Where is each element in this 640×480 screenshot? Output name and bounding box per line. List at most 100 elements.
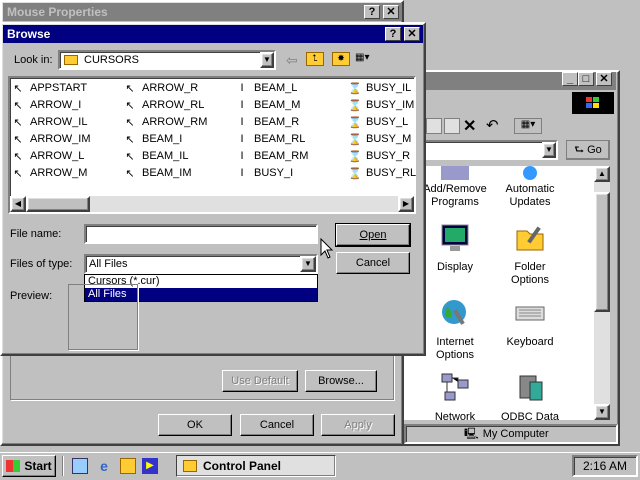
look-in-dropdown-button[interactable]: ▼ [260,52,274,68]
file-item-label: BEAM_R [254,116,300,128]
file-item[interactable]: ⌛ BUSY_M [348,131,411,147]
file-item[interactable]: I BEAM_RL [236,131,305,147]
internet-explorer-icon[interactable]: e [96,458,112,474]
cp-item-folder-options[interactable]: Folder Options [494,222,566,287]
file-item[interactable]: ⌛ BUSY_R [348,148,410,164]
cp-item-display[interactable]: Display [424,222,486,274]
file-item-label: BEAM_I [142,133,183,145]
scroll-thumb[interactable] [594,192,610,312]
use-default-button[interactable]: Use Default [222,370,298,392]
keyboard-icon [515,306,545,321]
file-item[interactable]: ↖ BEAM_IM [124,165,191,181]
clock[interactable]: 2:16 AM [583,459,627,473]
undo-icon[interactable]: ↶ [486,116,499,134]
system-tray: 2:16 AM [572,455,638,477]
copy-icon[interactable] [426,118,442,134]
cancel-button[interactable]: Cancel [240,414,314,436]
file-item-label: ARROW_RL [142,99,205,111]
scroll-right-button[interactable]: ▶ [398,196,414,212]
paste-icon[interactable] [444,118,460,134]
file-item[interactable]: ↖ ARROW_IM [12,131,90,147]
media-player-icon[interactable]: ▶ [142,458,158,474]
scroll-up-button[interactable]: ▲ [594,166,610,182]
scroll-thumb[interactable] [26,196,90,212]
show-desktop-icon[interactable] [72,458,88,474]
file-item-label: APPSTART [30,82,88,94]
close-button[interactable]: ✕ [596,72,612,86]
file-item[interactable]: ↖ ARROW_I [12,97,81,113]
files-of-type-select[interactable]: All Files [84,254,318,274]
outlook-express-icon[interactable] [120,458,136,474]
cursor-file-icon: ↖ [13,150,23,163]
address-bar[interactable] [406,140,558,160]
cp-item-odbc-data[interactable]: ODBC Data [494,372,566,424]
scroll-left-button[interactable]: ◀ [10,196,26,212]
horizontal-scrollbar[interactable]: ◀ ▶ [10,196,414,212]
open-button[interactable]: Open [335,223,411,247]
file-item[interactable]: ⌛ BUSY_IL [348,80,411,96]
file-item[interactable]: I BEAM_M [236,97,300,113]
maximize-button[interactable]: □ [578,72,594,86]
file-item[interactable]: ↖ ARROW_M [12,165,87,181]
look-in-select[interactable]: CURSORS [58,50,276,70]
file-name-input[interactable] [84,224,318,244]
file-item[interactable]: ↖ APPSTART [12,80,87,96]
cancel-button[interactable]: Cancel [336,252,410,274]
file-item[interactable]: ↖ ARROW_IL [12,114,87,130]
vertical-scrollbar[interactable]: ▲ ▼ [594,166,610,420]
cp-item-internet-options[interactable]: Internet Options [420,297,490,362]
start-button[interactable]: Start [2,455,56,477]
file-item-label: ARROW_IL [30,116,88,128]
browse-button[interactable]: Browse... [305,370,377,392]
file-item[interactable]: I BEAM_RM [236,148,308,164]
scroll-down-button[interactable]: ▼ [594,404,610,420]
file-item[interactable]: ⌛ BUSY_IM [348,97,414,113]
apply-button[interactable]: Apply [321,414,395,436]
up-folder-icon[interactable]: ⮤ [306,52,324,66]
cp-item-network[interactable]: Network [420,372,490,424]
my-computer-icon: 🖳 [464,427,479,440]
cursor-file-icon: ⌛ [348,150,362,163]
view-menu-icon[interactable]: ▦▾ [355,52,379,66]
cp-item-keyboard[interactable]: Keyboard [494,297,566,349]
preview-label: Preview: [10,290,53,302]
go-button[interactable]: ⮑ Go [566,140,610,160]
file-item[interactable]: ↖ BEAM_IL [124,148,188,164]
files-of-type-dropdown-button[interactable]: ▼ [300,256,316,272]
file-item[interactable]: I BEAM_L [236,80,297,96]
delete-icon[interactable]: ✕ [463,116,476,136]
new-folder-icon[interactable]: ✸ [332,52,350,66]
look-in-label: Look in: [14,54,53,66]
file-item[interactable]: ↖ ARROW_RM [124,114,207,130]
help-button[interactable]: ? [385,27,401,41]
back-icon[interactable]: ⇦ [286,52,298,69]
cp-item-automatic-updates[interactable]: Automatic Updates [494,166,566,209]
taskbar-control-panel[interactable]: Control Panel [176,455,336,477]
help-button[interactable]: ? [364,5,380,19]
cursor-file-icon: I [240,99,244,111]
cursor-file-icon: I [240,82,244,94]
automatic-updates-icon [523,166,537,180]
file-item[interactable]: ↖ BEAM_I [124,131,182,147]
ok-button[interactable]: OK [158,414,232,436]
close-button[interactable]: ✕ [404,27,420,41]
cursor-file-icon: I [240,116,244,128]
close-button[interactable]: ✕ [383,5,399,19]
minimize-button[interactable]: _ [562,72,578,86]
quick-launch-divider [62,456,64,476]
file-item[interactable]: ⌛ BUSY_L [348,114,408,130]
file-item[interactable]: ↖ ARROW_RL [124,97,204,113]
cursor-file-icon: ↖ [13,167,23,180]
browse-titlebar: Browse [3,25,423,43]
address-dropdown-button[interactable]: ▼ [542,142,556,158]
cursor-file-icon: ↖ [13,133,23,146]
windows-flag-icon [6,460,21,472]
file-item[interactable]: ⌛ BUSY_RL [348,165,416,181]
file-item[interactable]: I BUSY_I [236,165,293,181]
cp-item-add-remove-programs[interactable]: Add/Remove Programs [418,166,492,209]
views-icon[interactable]: ▦▾ [514,118,542,134]
cursor-file-icon: ↖ [125,99,135,112]
file-item[interactable]: ↖ ARROW_R [124,80,198,96]
file-item[interactable]: ↖ ARROW_L [12,148,84,164]
file-item[interactable]: I BEAM_R [236,114,299,130]
